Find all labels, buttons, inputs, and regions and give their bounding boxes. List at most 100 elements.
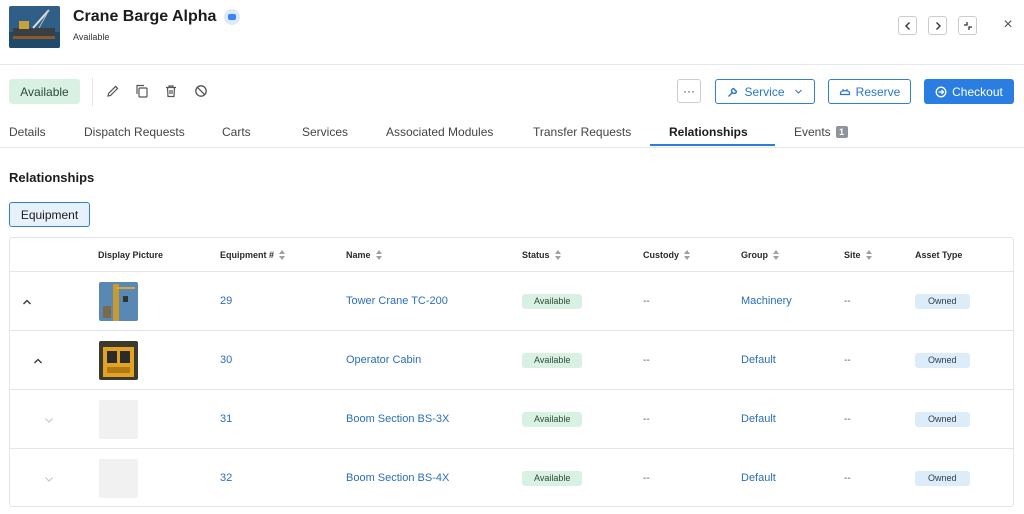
toolbar-divider bbox=[92, 78, 93, 106]
copy-icon bbox=[136, 84, 148, 98]
group-link[interactable]: Default bbox=[741, 449, 776, 506]
equipment-number-link[interactable]: 30 bbox=[220, 331, 232, 390]
pencil-icon bbox=[107, 85, 119, 97]
table-row[interactable]: 31 Boom Section BS-3X Available -- Defau… bbox=[10, 390, 1013, 449]
equipment-name-link[interactable]: Boom Section BS-4X bbox=[346, 449, 449, 506]
tab-details[interactable]: Details bbox=[9, 118, 46, 147]
custody-cell: -- bbox=[643, 414, 650, 425]
page-title: Crane Barge Alpha bbox=[73, 8, 217, 25]
section-title: Relationships bbox=[9, 170, 95, 185]
group-link[interactable]: Default bbox=[741, 390, 776, 449]
table-header: Display Picture Equipment # Name Status … bbox=[10, 238, 1013, 272]
column-header-custody[interactable]: Custody bbox=[643, 238, 690, 272]
equipment-number-link[interactable]: 32 bbox=[220, 449, 232, 506]
equipment-number-link[interactable]: 31 bbox=[220, 390, 232, 449]
group-link[interactable]: Default bbox=[741, 331, 776, 390]
more-actions-button[interactable]: ··· bbox=[677, 79, 701, 103]
ban-icon bbox=[195, 85, 207, 97]
asset-type-badge: Owned bbox=[915, 470, 970, 486]
equipment-name-link[interactable]: Boom Section BS-3X bbox=[346, 390, 449, 449]
tab-dispatch-requests[interactable]: Dispatch Requests bbox=[84, 118, 185, 147]
column-header-display-picture: Display Picture bbox=[98, 250, 164, 260]
column-header-asset-type: Asset Type bbox=[915, 250, 963, 260]
sort-icon bbox=[279, 249, 286, 260]
asset-status-subtitle: Available bbox=[73, 32, 110, 42]
close-icon: × bbox=[1003, 16, 1013, 33]
tab-events[interactable]: Events 1 bbox=[794, 118, 848, 147]
tab-bar: Details Dispatch Requests Carts Services… bbox=[0, 118, 1024, 148]
chevron-down-icon[interactable] bbox=[42, 449, 56, 506]
asset-type-badge: Owned bbox=[915, 293, 970, 309]
previous-button[interactable] bbox=[898, 16, 917, 35]
delete-button[interactable] bbox=[162, 82, 180, 100]
edit-button[interactable] bbox=[104, 82, 122, 100]
table-row[interactable]: 29 Tower Crane TC-200 Available -- Machi… bbox=[10, 272, 1013, 331]
site-cell: -- bbox=[844, 296, 851, 307]
reserve-icon bbox=[839, 88, 850, 95]
equipment-name-link[interactable]: Operator Cabin bbox=[346, 331, 421, 390]
checkout-icon bbox=[935, 86, 947, 97]
status-cell: Available bbox=[522, 449, 583, 506]
chevron-up-icon[interactable] bbox=[20, 272, 34, 331]
collapse-icon bbox=[963, 21, 972, 30]
column-header-group[interactable]: Group bbox=[741, 238, 779, 272]
asset-type-badge: Owned bbox=[915, 411, 970, 427]
site-cell: -- bbox=[844, 355, 851, 366]
equipment-filter-chip[interactable]: Equipment bbox=[9, 202, 90, 227]
table-row[interactable]: 32 Boom Section BS-4X Available -- Defau… bbox=[10, 449, 1013, 506]
relationships-table: Display Picture Equipment # Name Status … bbox=[9, 237, 1014, 507]
status-cell: Available bbox=[522, 331, 583, 390]
custody-cell: -- bbox=[643, 296, 650, 307]
chevron-up-icon[interactable] bbox=[31, 331, 45, 390]
tab-carts[interactable]: Carts bbox=[222, 118, 251, 147]
reserve-label: Reserve bbox=[855, 84, 901, 99]
column-header-status[interactable]: Status bbox=[522, 238, 561, 272]
status-badge: Available bbox=[522, 411, 583, 427]
custody-cell: -- bbox=[643, 473, 650, 484]
chevron-down-icon[interactable] bbox=[42, 390, 56, 449]
status-badge: Available bbox=[522, 293, 583, 309]
chevron-left-icon bbox=[904, 21, 910, 30]
table-row[interactable]: 30 Operator Cabin Available -- Default -… bbox=[10, 331, 1013, 390]
column-header-name[interactable]: Name bbox=[346, 238, 382, 272]
asset-type-badge: Owned bbox=[915, 352, 970, 368]
tab-transfer-requests[interactable]: Transfer Requests bbox=[533, 118, 631, 147]
checkout-label: Checkout bbox=[952, 84, 1003, 99]
asset-type-cell: Owned bbox=[915, 449, 970, 506]
status-badge: Available bbox=[522, 352, 583, 368]
status-cell: Available bbox=[522, 390, 583, 449]
collapse-button[interactable] bbox=[958, 16, 977, 35]
group-link[interactable]: Machinery bbox=[741, 272, 792, 331]
service-button[interactable]: Service bbox=[715, 79, 815, 104]
duplicate-button[interactable] bbox=[133, 82, 151, 100]
close-button[interactable]: × bbox=[1000, 16, 1016, 34]
equipment-name-link[interactable]: Tower Crane TC-200 bbox=[346, 272, 448, 331]
sort-icon bbox=[865, 249, 872, 260]
site-cell: -- bbox=[844, 414, 851, 425]
action-toolbar: Available ··· Service Reserve Checkout bbox=[0, 66, 1024, 118]
tab-services[interactable]: Services bbox=[302, 118, 348, 147]
reserve-button[interactable]: Reserve bbox=[828, 79, 911, 104]
sort-icon bbox=[684, 249, 690, 260]
tab-associated-modules[interactable]: Associated Modules bbox=[386, 118, 493, 147]
tab-relationships[interactable]: Relationships bbox=[669, 118, 748, 147]
equipment-number-link[interactable]: 29 bbox=[220, 272, 232, 331]
column-header-site[interactable]: Site bbox=[844, 238, 872, 272]
service-label: Service bbox=[744, 84, 785, 99]
column-header-equipment-no[interactable]: Equipment # bbox=[220, 238, 286, 272]
checkout-button[interactable]: Checkout bbox=[924, 79, 1014, 104]
sort-icon bbox=[375, 249, 382, 260]
next-button[interactable] bbox=[928, 16, 947, 35]
asset-type-cell: Owned bbox=[915, 390, 970, 449]
status-button[interactable]: Available bbox=[9, 79, 80, 104]
asset-type-icon bbox=[224, 9, 241, 25]
disable-button[interactable] bbox=[192, 82, 210, 100]
status-badge: Available bbox=[522, 470, 583, 486]
wrench-icon bbox=[728, 87, 738, 97]
status-cell: Available bbox=[522, 272, 583, 331]
sort-icon bbox=[773, 249, 779, 260]
trash-icon bbox=[166, 85, 176, 98]
asset-type-cell: Owned bbox=[915, 331, 970, 390]
equipment-thumbnail bbox=[99, 341, 138, 380]
chevron-down-icon bbox=[794, 89, 802, 94]
